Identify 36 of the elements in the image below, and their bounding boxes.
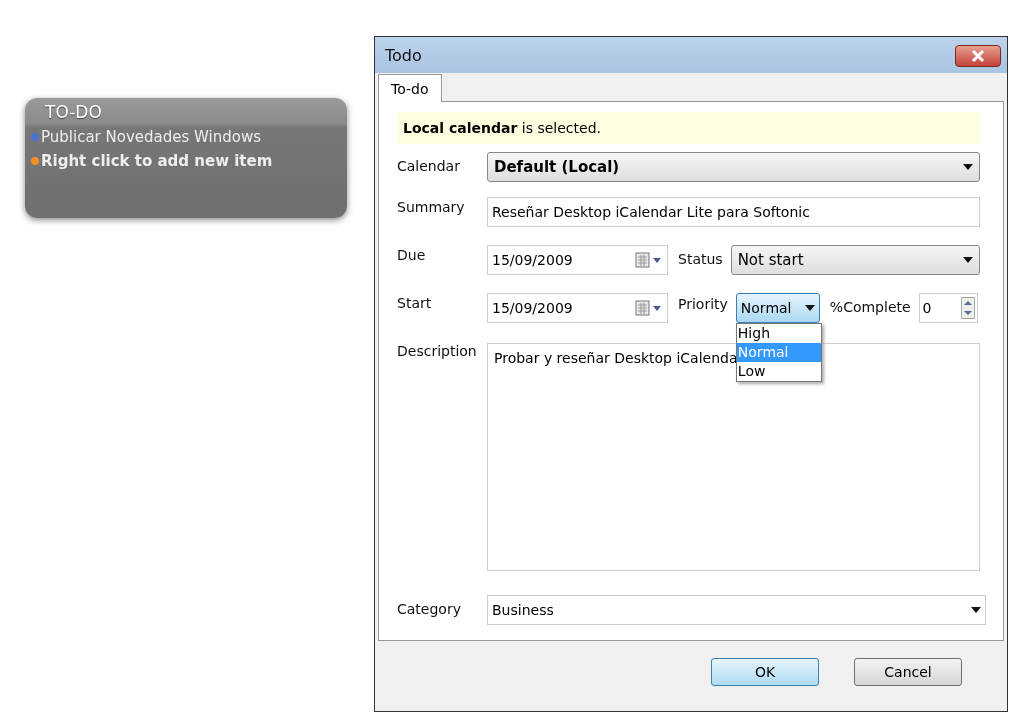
category-dropdown[interactable]: Business xyxy=(487,595,986,625)
menu-option[interactable]: High xyxy=(736,324,821,343)
todo-item[interactable]: Right click to add new item xyxy=(41,152,273,170)
start-date-field[interactable]: 15/09/2009 xyxy=(487,293,668,323)
summary-field[interactable]: Reseñar Desktop iCalendar Lite para Softonic xyxy=(487,197,980,227)
field-label: %Complete xyxy=(828,298,912,315)
priority-dropdown[interactable]: Normal xyxy=(735,293,820,323)
field-label: Description xyxy=(397,343,478,359)
widget-title: TO-DO xyxy=(45,102,103,122)
calendar-dropdown[interactable]: Default (Local) xyxy=(487,152,980,182)
calendar-icon[interactable] xyxy=(635,300,663,316)
calendar-icon[interactable] xyxy=(635,252,663,268)
field-label: Due xyxy=(397,246,427,263)
info-message: Local calendar is selected. xyxy=(397,112,980,144)
tab[interactable]: To-do xyxy=(378,74,442,102)
window-title: Todo xyxy=(385,46,422,65)
status-dropdown[interactable]: Not start xyxy=(730,245,980,275)
close-button[interactable] xyxy=(955,44,1001,67)
close-icon xyxy=(971,49,985,62)
todo-item[interactable]: Publicar Novedades Windows xyxy=(41,128,262,146)
field-label: Category xyxy=(397,600,462,617)
field-label: Start xyxy=(397,294,433,311)
cancel-button[interactable]: Cancel xyxy=(854,658,962,686)
dropdown-caret-icon xyxy=(963,257,973,263)
complete-spinbox[interactable]: 0 xyxy=(918,293,978,323)
field-label: Calendar xyxy=(397,157,461,174)
dropdown-caret-icon xyxy=(971,607,981,613)
dropdown-caret-icon xyxy=(804,305,815,311)
field-label: Status xyxy=(677,250,724,267)
due-date-field[interactable]: 15/09/2009 xyxy=(487,245,668,275)
dropdown-caret-icon xyxy=(963,164,973,170)
ok-button[interactable]: OK xyxy=(711,658,819,686)
field-label: Summary xyxy=(397,198,466,215)
spinner-arrows-icon[interactable] xyxy=(960,297,975,319)
field-label: Priority xyxy=(677,295,729,312)
menu-option[interactable]: Low xyxy=(736,362,821,381)
